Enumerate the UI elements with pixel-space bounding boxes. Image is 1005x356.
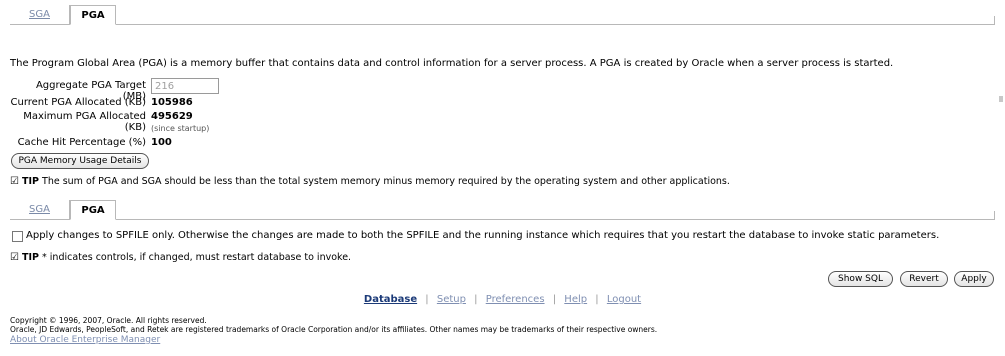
- tab-bar-end: [994, 211, 995, 220]
- cache-hit-value: 100: [151, 137, 172, 148]
- tab-sga[interactable]: SGA: [10, 5, 70, 25]
- tip-restart: ☑ TIP * indicates controls, if changed, …: [10, 252, 995, 263]
- scroll-edge-marker: [999, 96, 1003, 102]
- tab-bar-line: [10, 219, 995, 220]
- bottom-tab-bar: SGA PGA: [10, 199, 995, 220]
- check-icon: ☑: [10, 176, 19, 187]
- footer-separator: |: [595, 294, 599, 305]
- apply-button[interactable]: Apply: [954, 271, 994, 287]
- pga-memory-usage-details-button[interactable]: PGA Memory Usage Details: [11, 153, 149, 169]
- tab-pga[interactable]: PGA: [70, 5, 116, 25]
- trademark-text: Oracle, JD Edwards, PeopleSoft, and Rete…: [10, 325, 658, 334]
- tip-sga-pga: ☑ TIP The sum of PGA and SGA should be l…: [10, 176, 995, 187]
- revert-button[interactable]: Revert: [900, 271, 948, 287]
- tip-label: TIP: [22, 176, 39, 187]
- footer-nav: Database | Setup | Preferences | Help | …: [0, 294, 1005, 305]
- aggregate-target-input[interactable]: [151, 78, 219, 94]
- footer-separator: |: [474, 294, 478, 305]
- current-allocated-value: 105986: [151, 97, 193, 108]
- top-tab-bar: SGA PGA: [10, 4, 995, 25]
- copyright-text: Copyright © 1996, 2007, Oracle. All righ…: [10, 316, 207, 325]
- pga-description: The Program Global Area (PGA) is a memor…: [10, 58, 894, 69]
- tab-sga-bottom[interactable]: SGA: [10, 200, 70, 220]
- footer-link-setup[interactable]: Setup: [437, 294, 466, 305]
- tab-bar-line: [10, 24, 995, 25]
- check-icon: ☑: [10, 252, 19, 263]
- tip-text: The sum of PGA and SGA should be less th…: [42, 176, 730, 187]
- since-startup-note: (since startup): [151, 124, 210, 133]
- cache-hit-label: Cache Hit Percentage (%): [17, 137, 146, 148]
- tab-pga-bottom[interactable]: PGA: [70, 200, 116, 220]
- max-allocated-label: Maximum PGA Allocated (KB): [23, 111, 146, 133]
- tab-bar-end: [994, 16, 995, 25]
- footer-link-preferences[interactable]: Preferences: [486, 294, 545, 305]
- tip-text: * indicates controls, if changed, must r…: [42, 252, 352, 263]
- spfile-only-checkbox[interactable]: [12, 231, 23, 242]
- footer-link-help[interactable]: Help: [564, 294, 587, 305]
- footer-link-logout[interactable]: Logout: [607, 294, 641, 305]
- show-sql-button[interactable]: Show SQL: [828, 271, 893, 287]
- max-allocated-value: 495629: [151, 111, 193, 122]
- current-allocated-label: Current PGA Allocated (KB): [10, 97, 147, 108]
- about-oem-link[interactable]: About Oracle Enterprise Manager: [10, 335, 160, 345]
- footer-separator: |: [425, 294, 429, 305]
- footer-link-database[interactable]: Database: [364, 294, 417, 305]
- spfile-only-label: Apply changes to SPFILE only. Otherwise …: [26, 230, 940, 241]
- footer-separator: |: [552, 294, 557, 305]
- tip-label: TIP: [22, 252, 39, 263]
